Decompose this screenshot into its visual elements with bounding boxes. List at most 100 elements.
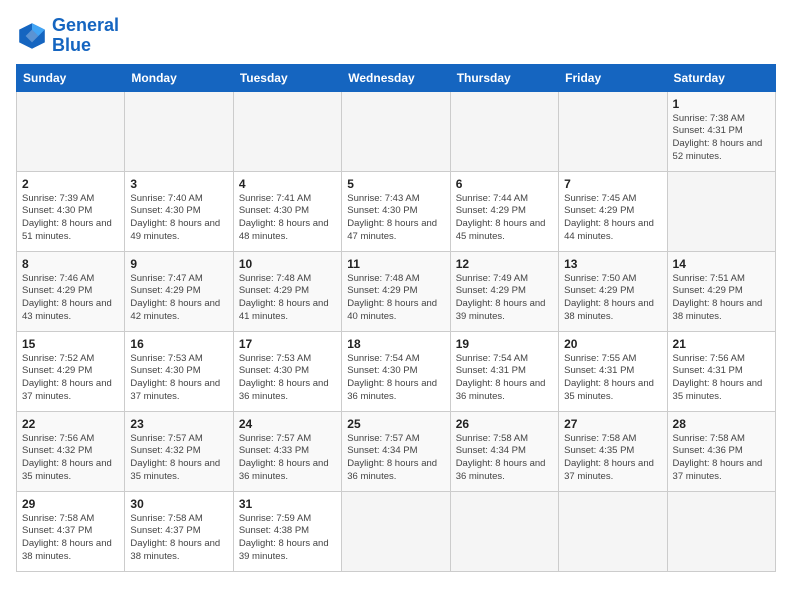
calendar-cell: 3Sunrise: 7:40 AMSunset: 4:30 PMDaylight… xyxy=(125,171,233,251)
header: General Blue xyxy=(16,16,776,56)
calendar-cell xyxy=(125,91,233,171)
calendar-cell: 20 Sunrise: 7:55 AMSunset: 4:31 PMDayligh… xyxy=(559,331,667,411)
day-number: 14 xyxy=(673,257,770,271)
logo: General Blue xyxy=(16,16,119,56)
col-header-monday: Monday xyxy=(125,64,233,91)
day-number: 11 xyxy=(347,257,444,271)
day-number: 2 xyxy=(22,177,119,191)
day-info: Sunrise: 7:48 AMSunset: 4:29 PMDaylight:… xyxy=(347,273,437,322)
calendar-cell xyxy=(233,91,341,171)
calendar-cell xyxy=(450,491,558,571)
day-info: Sunrise: 7:54 AMSunset: 4:30 PMDaylight:… xyxy=(347,353,437,402)
day-number: 19 xyxy=(456,337,553,351)
calendar-cell: 15 Sunrise: 7:52 AMSunset: 4:29 PMDayligh… xyxy=(17,331,125,411)
day-info: Sunrise: 7:43 AMSunset: 4:30 PMDaylight:… xyxy=(347,193,437,242)
day-number: 28 xyxy=(673,417,770,431)
day-info: Sunrise: 7:53 AMSunset: 4:30 PMDaylight:… xyxy=(130,353,220,402)
day-number: 10 xyxy=(239,257,336,271)
calendar-row: 8 Sunrise: 7:46 AMSunset: 4:29 PMDaylight… xyxy=(17,251,776,331)
calendar-cell xyxy=(17,91,125,171)
day-number: 24 xyxy=(239,417,336,431)
day-number: 7 xyxy=(564,177,661,191)
day-info: Sunrise: 7:48 AMSunset: 4:29 PMDaylight:… xyxy=(239,273,329,322)
col-header-thursday: Thursday xyxy=(450,64,558,91)
day-info: Sunrise: 7:58 AMSunset: 4:35 PMDaylight:… xyxy=(564,433,654,482)
day-number: 1 xyxy=(673,97,770,111)
calendar-cell: 16 Sunrise: 7:53 AMSunset: 4:30 PMDayligh… xyxy=(125,331,233,411)
calendar-cell: 23Sunrise: 7:57 AMSunset: 4:32 PMDayligh… xyxy=(125,411,233,491)
day-info: Sunrise: 7:44 AMSunset: 4:29 PMDaylight:… xyxy=(456,193,546,242)
day-number: 23 xyxy=(130,417,227,431)
day-info: Sunrise: 7:45 AMSunset: 4:29 PMDaylight:… xyxy=(564,193,654,242)
calendar-row: 22Sunrise: 7:56 AMSunset: 4:32 PMDayligh… xyxy=(17,411,776,491)
day-number: 29 xyxy=(22,497,119,511)
calendar-row: 29 Sunrise: 7:58 AMSunset: 4:37 PMDayligh… xyxy=(17,491,776,571)
day-info: Sunrise: 7:41 AMSunset: 4:30 PMDaylight:… xyxy=(239,193,329,242)
day-number: 21 xyxy=(673,337,770,351)
day-number: 15 xyxy=(22,337,119,351)
calendar-cell: 22Sunrise: 7:56 AMSunset: 4:32 PMDayligh… xyxy=(17,411,125,491)
day-info: Sunrise: 7:56 AMSunset: 4:31 PMDaylight:… xyxy=(673,353,763,402)
calendar-cell: 21 Sunrise: 7:56 AMSunset: 4:31 PMDayligh… xyxy=(667,331,775,411)
day-info: Sunrise: 7:54 AMSunset: 4:31 PMDaylight:… xyxy=(456,353,546,402)
day-info: Sunrise: 7:46 AMSunset: 4:29 PMDaylight:… xyxy=(22,273,112,322)
calendar-cell: 4 Sunrise: 7:41 AMSunset: 4:30 PMDaylight… xyxy=(233,171,341,251)
calendar-cell: 28Sunrise: 7:58 AMSunset: 4:36 PMDayligh… xyxy=(667,411,775,491)
day-number: 13 xyxy=(564,257,661,271)
col-header-tuesday: Tuesday xyxy=(233,64,341,91)
day-number: 26 xyxy=(456,417,553,431)
calendar-table: SundayMondayTuesdayWednesdayThursdayFrid… xyxy=(16,64,776,572)
day-info: Sunrise: 7:57 AMSunset: 4:34 PMDaylight:… xyxy=(347,433,437,482)
calendar-cell: 12 Sunrise: 7:49 AMSunset: 4:29 PMDayligh… xyxy=(450,251,558,331)
day-number: 4 xyxy=(239,177,336,191)
day-number: 20 xyxy=(564,337,661,351)
day-info: Sunrise: 7:39 AMSunset: 4:30 PMDaylight:… xyxy=(22,193,112,242)
header-row: SundayMondayTuesdayWednesdayThursdayFrid… xyxy=(17,64,776,91)
calendar-cell xyxy=(450,91,558,171)
col-header-wednesday: Wednesday xyxy=(342,64,450,91)
calendar-cell xyxy=(559,91,667,171)
col-header-sunday: Sunday xyxy=(17,64,125,91)
day-info: Sunrise: 7:56 AMSunset: 4:32 PMDaylight:… xyxy=(22,433,112,482)
day-info: Sunrise: 7:50 AMSunset: 4:29 PMDaylight:… xyxy=(564,273,654,322)
calendar-cell: 1 Sunrise: 7:38 AMSunset: 4:31 PMDaylight… xyxy=(667,91,775,171)
logo-icon xyxy=(16,20,48,52)
day-info: Sunrise: 7:49 AMSunset: 4:29 PMDaylight:… xyxy=(456,273,546,322)
day-number: 30 xyxy=(130,497,227,511)
calendar-cell: 26 Sunrise: 7:58 AMSunset: 4:34 PMDayligh… xyxy=(450,411,558,491)
day-info: Sunrise: 7:55 AMSunset: 4:31 PMDaylight:… xyxy=(564,353,654,402)
logo-text: General Blue xyxy=(52,16,119,56)
day-number: 25 xyxy=(347,417,444,431)
day-info: Sunrise: 7:57 AMSunset: 4:33 PMDaylight:… xyxy=(239,433,329,482)
day-number: 16 xyxy=(130,337,227,351)
calendar-cell: 29 Sunrise: 7:58 AMSunset: 4:37 PMDayligh… xyxy=(17,491,125,571)
day-number: 12 xyxy=(456,257,553,271)
day-number: 8 xyxy=(22,257,119,271)
calendar-cell: 19 Sunrise: 7:54 AMSunset: 4:31 PMDayligh… xyxy=(450,331,558,411)
calendar-cell xyxy=(667,491,775,571)
day-info: Sunrise: 7:58 AMSunset: 4:34 PMDaylight:… xyxy=(456,433,546,482)
calendar-cell: 8 Sunrise: 7:46 AMSunset: 4:29 PMDaylight… xyxy=(17,251,125,331)
day-number: 6 xyxy=(456,177,553,191)
calendar-cell: 13 Sunrise: 7:50 AMSunset: 4:29 PMDayligh… xyxy=(559,251,667,331)
calendar-cell: 18Sunrise: 7:54 AMSunset: 4:30 PMDayligh… xyxy=(342,331,450,411)
calendar-cell xyxy=(342,91,450,171)
calendar-cell: 6 Sunrise: 7:44 AMSunset: 4:29 PMDaylight… xyxy=(450,171,558,251)
calendar-cell: 10 Sunrise: 7:48 AMSunset: 4:29 PMDayligh… xyxy=(233,251,341,331)
col-header-saturday: Saturday xyxy=(667,64,775,91)
day-number: 27 xyxy=(564,417,661,431)
day-number: 3 xyxy=(130,177,227,191)
day-info: Sunrise: 7:52 AMSunset: 4:29 PMDaylight:… xyxy=(22,353,112,402)
calendar-cell: 17Sunrise: 7:53 AMSunset: 4:30 PMDayligh… xyxy=(233,331,341,411)
calendar-row: 1 Sunrise: 7:38 AMSunset: 4:31 PMDaylight… xyxy=(17,91,776,171)
day-info: Sunrise: 7:38 AMSunset: 4:31 PMDaylight:… xyxy=(673,113,763,162)
calendar-cell xyxy=(559,491,667,571)
day-number: 17 xyxy=(239,337,336,351)
calendar-row: 15 Sunrise: 7:52 AMSunset: 4:29 PMDayligh… xyxy=(17,331,776,411)
calendar-cell: 31Sunrise: 7:59 AMSunset: 4:38 PMDayligh… xyxy=(233,491,341,571)
day-info: Sunrise: 7:58 AMSunset: 4:37 PMDaylight:… xyxy=(22,513,112,562)
calendar-cell: 2 Sunrise: 7:39 AMSunset: 4:30 PMDaylight… xyxy=(17,171,125,251)
day-info: Sunrise: 7:47 AMSunset: 4:29 PMDaylight:… xyxy=(130,273,220,322)
calendar-cell: 9 Sunrise: 7:47 AMSunset: 4:29 PMDaylight… xyxy=(125,251,233,331)
day-number: 9 xyxy=(130,257,227,271)
